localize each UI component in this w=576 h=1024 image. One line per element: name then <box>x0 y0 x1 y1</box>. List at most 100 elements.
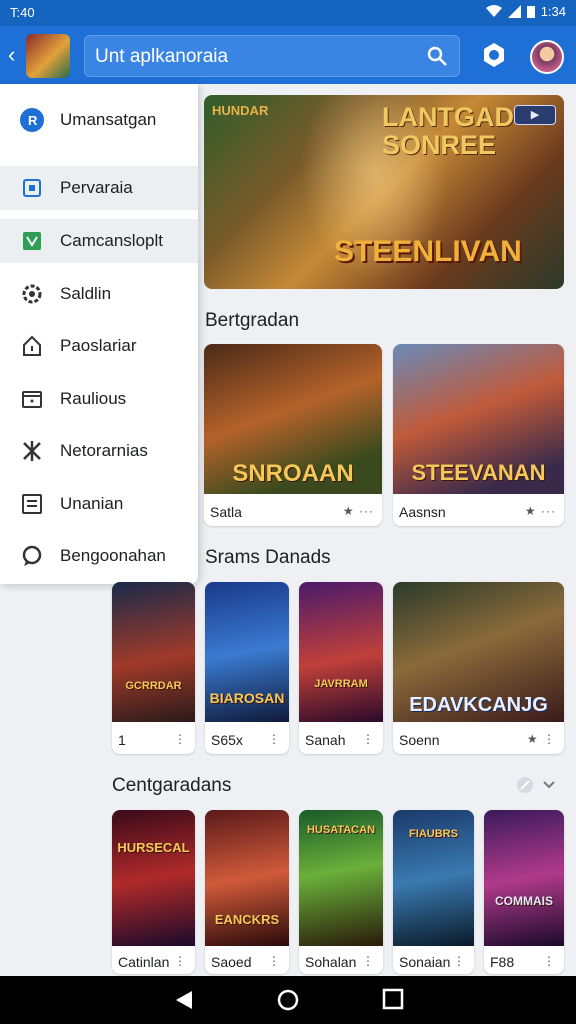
card-more-icon[interactable]: ⋮ <box>543 954 556 968</box>
status-bar: T:40 1:34 <box>0 0 576 26</box>
game-card-name: Saoed <box>211 954 252 970</box>
card-more-icon[interactable]: ⋮ <box>268 954 281 968</box>
game-card-art-title: JAVRRAM <box>314 678 368 690</box>
game-card-name: Soenn <box>399 732 440 748</box>
game-card[interactable]: JAVRRAM Sanah ⋮ <box>299 582 383 754</box>
settings-gear-icon[interactable] <box>480 41 508 69</box>
game-card-name: Sonaian <box>399 954 451 970</box>
drawer-item-bengoonahan[interactable]: Bengoonahan <box>0 534 198 578</box>
game-card-art: HUSATACAN <box>299 810 383 946</box>
game-card-art-title: COMMAIS <box>495 894 553 908</box>
recents-nav-icon[interactable] <box>382 988 404 1010</box>
puzzle-icon <box>23 441 41 461</box>
section-title-1: Bertgradan <box>205 310 300 331</box>
drawer-item-label: Bengoonahan <box>60 546 166 565</box>
drawer-item-label: Saldlin <box>60 284 112 303</box>
card-more-icon[interactable]: ★ ··· <box>525 504 556 518</box>
app-bar: ‹ Unt aplkanoraia <box>0 26 576 84</box>
chat-icon <box>22 545 42 566</box>
drawer-item-pervaraia[interactable]: Pervaraia <box>0 166 198 210</box>
game-card[interactable]: EDAVKCANJG Soenn ★ ⋮ <box>393 582 564 754</box>
status-battery-text: 1:34 <box>540 4 566 19</box>
game-card-art-title: HUSATACAN <box>306 824 376 836</box>
drawer-item-label: Netorarnias <box>60 441 148 460</box>
home-icon <box>23 335 41 356</box>
drawer-item-label: Paoslariar <box>60 336 137 355</box>
game-card-name: Sanah <box>305 732 346 748</box>
drawer-header[interactable]: R Umansatgan <box>0 98 198 142</box>
back-arrow-icon[interactable]: ‹ <box>8 42 15 68</box>
wifi-icon <box>485 5 502 17</box>
drawer-item-paoslariar[interactable]: Paoslariar <box>0 324 198 368</box>
banner-subtitle: LANTGAD SONREE <box>382 102 514 160</box>
card-more-icon[interactable]: ⋮ <box>268 732 281 746</box>
game-card[interactable]: SNROAAN Satla ★ ··· <box>204 344 382 526</box>
status-time: T:40 <box>10 5 35 20</box>
game-card-art-title: FIAUBRS <box>409 828 458 840</box>
game-card-art: HURSECAL <box>112 810 195 946</box>
card-more-icon[interactable]: ⋮ <box>362 732 375 746</box>
folder-icon <box>22 391 42 408</box>
drawer-item-label: Camcansloplt <box>60 231 163 250</box>
app-thumbnail[interactable] <box>26 34 70 78</box>
game-card-name: Satla <box>210 504 242 520</box>
game-card-art: COMMAIS <box>484 810 564 946</box>
drawer-item-label: Raulious <box>60 389 127 408</box>
back-nav-icon[interactable] <box>172 988 196 1012</box>
drawer-item-unanian[interactable]: Unanian <box>0 482 198 526</box>
game-card[interactable]: FIAUBRS Sonaian ⋮ <box>393 810 474 974</box>
game-card[interactable]: BIAROSAN S65x ⋮ <box>205 582 289 754</box>
game-card-art-title: STEEVANAN <box>411 460 546 485</box>
banner-logo-text: HUNDAR <box>212 103 269 118</box>
expand-chevron-icon[interactable] <box>516 776 560 796</box>
game-card-art-title: SNROAAN <box>232 460 354 487</box>
search-icon[interactable] <box>425 44 449 68</box>
drawer-item-saldlin[interactable]: Saldlin <box>0 272 198 316</box>
game-card[interactable]: HURSECAL Catinlan ⋮ <box>112 810 195 974</box>
avatar[interactable] <box>530 40 564 74</box>
game-card-art-title: BIAROSAN <box>209 690 285 706</box>
drawer-item-label: Pervaraia <box>60 178 133 197</box>
game-card-art: JAVRRAM <box>299 582 383 722</box>
game-card-art: STEEVANAN <box>393 344 564 494</box>
section-title-3: Centgaradans <box>112 775 232 796</box>
game-card[interactable]: COMMAIS F88 ⋮ <box>484 810 564 974</box>
search-bar[interactable]: Unt aplkanoraia <box>84 35 460 77</box>
drawer-header-label: Umansatgan <box>60 110 157 129</box>
banner-title: STEENLIVAN <box>334 235 522 268</box>
game-card-art: SNROAAN <box>204 344 382 494</box>
banner-badge: ▶ <box>514 105 556 125</box>
game-card-art-title: GCRRDAR <box>125 680 182 692</box>
game-card-art-title: EANCKRS <box>214 912 280 927</box>
card-more-icon[interactable]: ⋮ <box>174 954 187 968</box>
card-more-icon[interactable]: ⋮ <box>362 954 375 968</box>
svg-text:R: R <box>28 113 38 128</box>
game-card-art: GCRRDAR <box>112 582 195 722</box>
game-card-art: BIAROSAN <box>205 582 289 722</box>
calendar-icon <box>23 179 41 197</box>
drawer-item-camcansloplt[interactable]: Camcansloplt <box>0 219 198 263</box>
battery-icon <box>526 6 535 18</box>
search-input[interactable]: Unt aplkanoraia <box>95 46 228 68</box>
drawer-item-raulious[interactable]: Raulious <box>0 377 198 421</box>
gear-icon <box>22 284 42 304</box>
game-card[interactable]: HUSATACAN Sohalan ⋮ <box>299 810 383 974</box>
game-card-art: FIAUBRS <box>393 810 474 946</box>
account-icon: R <box>20 108 44 132</box>
drawer-item-netorarnias[interactable]: Netorarnias <box>0 429 198 473</box>
game-card[interactable]: STEEVANAN Aasnsn ★ ··· <box>393 344 564 526</box>
game-card-name: 1 <box>118 732 126 748</box>
game-card[interactable]: EANCKRS Saoed ⋮ <box>205 810 289 974</box>
game-card-name: Catinlan <box>118 954 170 970</box>
featured-banner[interactable]: HUNDAR LANTGAD SONREE STEENLIVAN ▶ <box>204 95 564 289</box>
home-nav-icon[interactable] <box>276 988 300 1012</box>
list-icon <box>22 494 42 514</box>
card-more-icon[interactable]: ★ ⋮ <box>527 732 556 746</box>
card-more-icon[interactable]: ★ ··· <box>343 504 374 518</box>
game-card-name: Aasnsn <box>399 504 446 520</box>
game-card-name: F88 <box>490 954 515 970</box>
section-title-2: Srams Danads <box>205 547 331 568</box>
card-more-icon[interactable]: ⋮ <box>174 732 187 746</box>
card-more-icon[interactable]: ⋮ <box>453 954 466 968</box>
game-card[interactable]: GCRRDAR 1 ⋮ <box>112 582 195 754</box>
